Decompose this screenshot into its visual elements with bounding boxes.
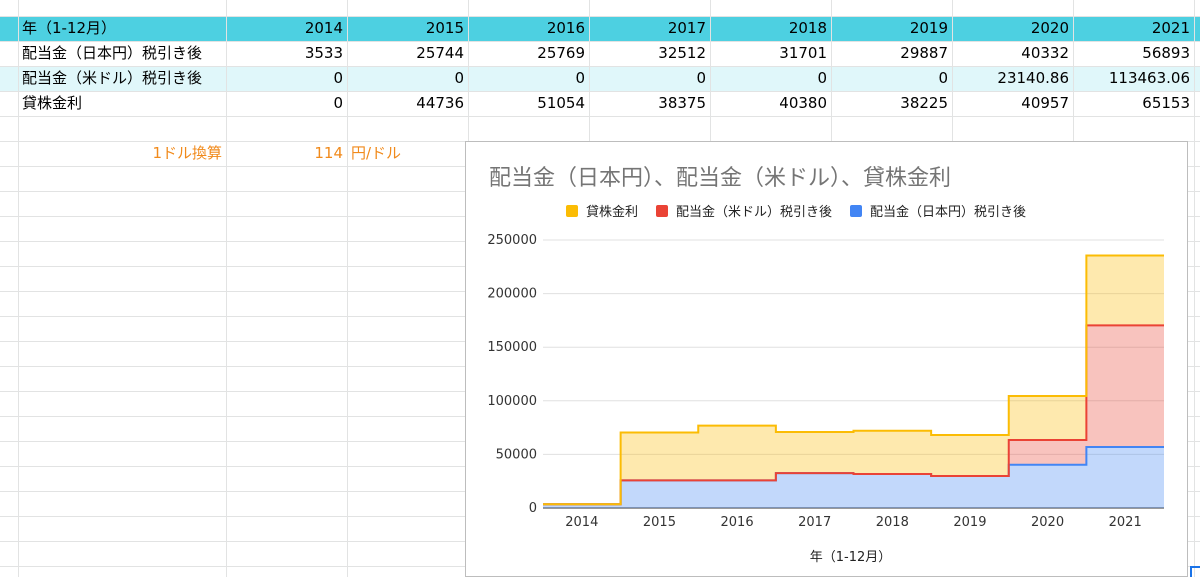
row-label-jpy-dividend[interactable]: 配当金（日本円）税引き後 [18, 41, 226, 66]
header-year-2015[interactable]: 2015 [347, 16, 468, 41]
x-tick-label: 2019 [953, 515, 986, 530]
x-axis-title: 年（1-12月） [810, 550, 892, 565]
cell-usd-2019[interactable]: 0 [831, 66, 952, 91]
cell-lending-2021[interactable]: 65153 [1073, 91, 1194, 116]
cell-jpy-2021[interactable]: 56893 [1073, 41, 1194, 66]
cell-usd-2014[interactable]: 0 [226, 66, 347, 91]
y-tick-label: 50000 [496, 447, 537, 462]
cell-jpy-2020[interactable]: 40332 [952, 41, 1073, 66]
x-tick-label: 2016 [721, 515, 754, 530]
x-tick-label: 2018 [876, 515, 909, 530]
cell-jpy-2016[interactable]: 25769 [468, 41, 589, 66]
cell-usd-2018[interactable]: 0 [710, 66, 831, 91]
cell-lending-2014[interactable]: 0 [226, 91, 347, 116]
header-year-2020[interactable]: 2020 [952, 16, 1073, 41]
cell-lending-2020[interactable]: 40957 [952, 91, 1073, 116]
y-tick-label: 150000 [487, 340, 537, 355]
x-tick-label: 2017 [798, 515, 831, 530]
cell-lending-2015[interactable]: 44736 [347, 91, 468, 116]
header-year-2016[interactable]: 2016 [468, 16, 589, 41]
cell-jpy-2014[interactable]: 3533 [226, 41, 347, 66]
x-tick-label: 2015 [643, 515, 676, 530]
cell-jpy-2015[interactable]: 25744 [347, 41, 468, 66]
y-tick-label: 250000 [487, 233, 537, 248]
cell-jpy-2019[interactable]: 29887 [831, 41, 952, 66]
cell-usd-2016[interactable]: 0 [468, 66, 589, 91]
cell-lending-2017[interactable]: 38375 [589, 91, 710, 116]
stacked-area-chart[interactable]: 配当金（日本円）、配当金（米ドル）、貸株金利 貸株金利 配当金（米ドル）税引き後… [465, 141, 1188, 577]
fx-label[interactable]: 1ドル換算 [18, 141, 226, 166]
y-tick-label: 0 [529, 501, 537, 516]
row-label-lending-interest[interactable]: 貸株金利 [18, 91, 226, 116]
header-year-2014[interactable]: 2014 [226, 16, 347, 41]
x-tick-label: 2021 [1109, 515, 1142, 530]
cell-lending-2018[interactable]: 40380 [710, 91, 831, 116]
cell-lending-2019[interactable]: 38225 [831, 91, 952, 116]
cell-lending-2016[interactable]: 51054 [468, 91, 589, 116]
header-year-2017[interactable]: 2017 [589, 16, 710, 41]
x-tick-label: 2020 [1031, 515, 1064, 530]
y-tick-label: 100000 [487, 394, 537, 409]
cell-jpy-2017[interactable]: 32512 [589, 41, 710, 66]
header-year-2019[interactable]: 2019 [831, 16, 952, 41]
fx-rate-value[interactable]: 114 [226, 141, 347, 166]
cell-usd-2017[interactable]: 0 [589, 66, 710, 91]
row-label-usd-dividend[interactable]: 配当金（米ドル）税引き後 [18, 66, 226, 91]
cell-jpy-2018[interactable]: 31701 [710, 41, 831, 66]
header-year-label[interactable]: 年（1-12月） [18, 16, 226, 41]
cell-usd-2021[interactable]: 113463.06 [1073, 66, 1194, 91]
cell-usd-2020[interactable]: 23140.86 [952, 66, 1073, 91]
selection-handle[interactable] [1190, 566, 1200, 577]
y-tick-label: 200000 [487, 287, 537, 302]
chart-plot-area: 0 50000 100000 150000 200000 250000 2014 2015 20… [487, 233, 1164, 565]
x-tick-label: 2014 [565, 515, 598, 530]
header-year-2018[interactable]: 2018 [710, 16, 831, 41]
cell-usd-2015[interactable]: 0 [347, 66, 468, 91]
fx-unit[interactable]: 円/ドル [347, 141, 468, 166]
header-year-2021[interactable]: 2021 [1073, 16, 1194, 41]
